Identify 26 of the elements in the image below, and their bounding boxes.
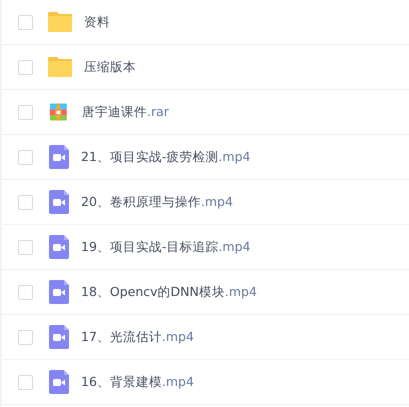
checkbox[interactable] xyxy=(18,330,33,344)
checkbox[interactable] xyxy=(18,284,33,300)
folder-icon xyxy=(47,11,73,33)
video-icon xyxy=(48,144,70,170)
checkbox[interactable] xyxy=(18,240,33,254)
checkbox[interactable] xyxy=(18,374,33,390)
checkbox[interactable] xyxy=(18,194,33,210)
file-name[interactable]: 压缩版本 xyxy=(84,58,136,76)
file-name[interactable]: 唐宇迪课件.rar xyxy=(82,104,169,120)
video-icon xyxy=(48,189,70,215)
checkbox[interactable] xyxy=(18,14,33,30)
file-name[interactable]: 17、光流估计.mp4 xyxy=(81,328,194,346)
file-name[interactable]: 19、项目实战-目标追踪.mp4 xyxy=(81,238,250,256)
video-icon xyxy=(48,369,70,395)
checkbox[interactable] xyxy=(18,104,33,120)
file-name[interactable]: 资料 xyxy=(84,14,110,30)
video-icon xyxy=(48,279,70,305)
file-name[interactable]: 21、项目实战-疲劳检测.mp4 xyxy=(81,148,250,166)
checkbox[interactable] xyxy=(18,150,33,164)
checkbox[interactable] xyxy=(18,60,33,74)
file-name[interactable]: 18、Opencv的DNN模块.mp4 xyxy=(81,284,257,300)
file-name[interactable]: 20、卷积原理与操作.mp4 xyxy=(81,194,233,210)
video-icon xyxy=(48,234,70,260)
video-icon xyxy=(48,324,70,350)
folder-icon xyxy=(47,56,73,78)
file-name[interactable]: 16、背景建模.mp4 xyxy=(81,374,194,390)
